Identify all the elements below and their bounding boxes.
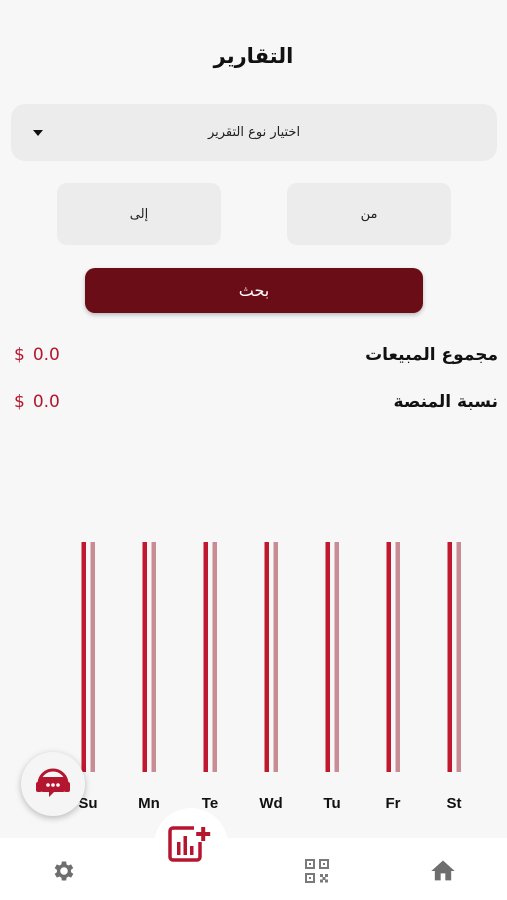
amount: 0.0 xyxy=(32,345,60,365)
total-sales-label: مجموع المبيعات xyxy=(365,345,498,365)
bottom-nav xyxy=(0,838,507,900)
weekly-sales-chart: Su Mn Te Wd Tu Fr St xyxy=(78,542,462,812)
x-tick-label: Wd xyxy=(259,795,282,812)
bar-tu-1 xyxy=(325,542,330,772)
support-button[interactable] xyxy=(21,752,85,816)
x-tick-label: Te xyxy=(202,795,218,812)
qr-code-icon xyxy=(305,859,329,883)
bar-mn-1 xyxy=(142,542,147,772)
report-type-select[interactable]: اختيار نوع التقرير xyxy=(11,104,497,161)
bar-su-2 xyxy=(90,542,95,772)
nav-qr-scanner[interactable] xyxy=(302,856,332,886)
bar-wd-1 xyxy=(264,542,269,772)
platform-share-row: $ 0.0 نسبة المنصة xyxy=(14,387,498,417)
platform-share-label: نسبة المنصة xyxy=(393,392,498,412)
bar-tu-2 xyxy=(334,542,339,772)
nav-settings[interactable] xyxy=(49,856,79,886)
currency-symbol: $ xyxy=(14,392,25,412)
x-tick-label: Fr xyxy=(386,795,401,812)
total-sales-row: $ 0.0 مجموع المبيعات xyxy=(14,340,498,370)
page-title: التقارير xyxy=(213,44,294,68)
total-sales-value: $ 0.0 xyxy=(14,345,60,365)
amount: 0.0 xyxy=(32,392,60,412)
bar-fr-1 xyxy=(386,542,391,772)
date-to-label: إلى xyxy=(129,206,149,222)
bar-st-2 xyxy=(456,542,461,772)
nav-home[interactable] xyxy=(428,856,458,886)
gear-icon xyxy=(54,861,74,881)
date-from-label: من xyxy=(360,206,378,222)
home-icon xyxy=(431,860,455,881)
bar-fr-2 xyxy=(395,542,400,772)
bar-te-2 xyxy=(212,542,217,772)
bar-wd-2 xyxy=(273,542,278,772)
bar-st-1 xyxy=(447,542,452,772)
bar-mn-2 xyxy=(151,542,156,772)
x-tick-label: St xyxy=(447,795,462,812)
reports-screen: التقارير اختيار نوع التقرير من إلى بحث $… xyxy=(0,0,507,900)
date-to-field[interactable]: إلى xyxy=(57,183,221,245)
bar-su-1 xyxy=(81,542,86,772)
support-chat-icon xyxy=(36,768,70,797)
reports-nav-button[interactable] xyxy=(154,808,228,882)
search-button[interactable]: بحث xyxy=(85,268,423,313)
bar-te-1 xyxy=(203,542,208,772)
x-tick-label: Mn xyxy=(138,795,160,812)
date-from-field[interactable]: من xyxy=(287,183,451,245)
x-tick-label: Tu xyxy=(323,795,340,812)
platform-share-value: $ 0.0 xyxy=(14,392,60,412)
caret-down-icon xyxy=(33,130,43,136)
add-report-icon xyxy=(168,826,212,862)
report-type-placeholder: اختيار نوع التقرير xyxy=(207,125,301,140)
currency-symbol: $ xyxy=(14,345,25,365)
